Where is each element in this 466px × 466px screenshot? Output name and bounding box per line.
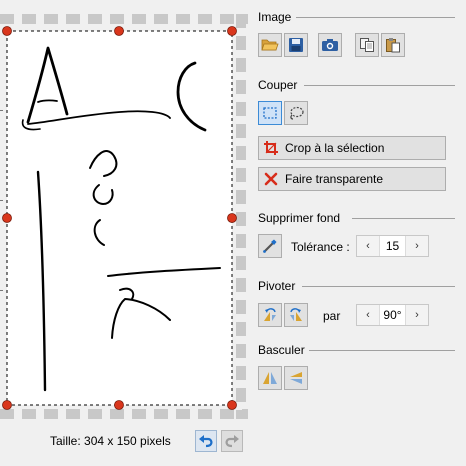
- crop-to-selection-button[interactable]: Crop à la sélection: [258, 136, 446, 160]
- tolerance-label: Tolérance :: [291, 240, 350, 254]
- paste-icon: [386, 38, 400, 53]
- resize-handle-top-left: [2, 26, 12, 36]
- rect-select-button[interactable]: [258, 101, 282, 125]
- divider: [304, 85, 455, 86]
- make-transparent-label: Faire transparente: [285, 172, 384, 186]
- rotate-angle-stepper[interactable]: ‹ 90° ›: [356, 304, 429, 326]
- section-title-flip: Basculer: [258, 343, 305, 357]
- undo-icon: [199, 435, 213, 448]
- crop-icon: [264, 141, 278, 155]
- save-button[interactable]: [284, 33, 308, 57]
- undo-button[interactable]: [195, 430, 217, 452]
- redo-icon: [225, 435, 239, 448]
- flip-vertical-button[interactable]: [284, 366, 308, 390]
- image-size-label: Taille: 304 x 150 pixels: [50, 434, 171, 448]
- open-file-button[interactable]: [258, 33, 282, 57]
- resize-handle-bottom-right: [227, 400, 237, 410]
- divider: [309, 350, 455, 351]
- resize-handle-bottom-left: [2, 400, 12, 410]
- redo-button[interactable]: [221, 430, 243, 452]
- section-title-remove-background: Supprimer fond: [258, 211, 341, 225]
- resize-handle-top: [114, 26, 124, 36]
- tolerance-value[interactable]: 15: [379, 236, 406, 256]
- close-x-icon: [264, 172, 278, 186]
- rotate-left-button[interactable]: [258, 303, 282, 327]
- camera-icon: [322, 39, 338, 51]
- crop-to-selection-label: Crop à la sélection: [285, 141, 385, 155]
- lasso-select-button[interactable]: [284, 101, 308, 125]
- rotate-right-button[interactable]: [284, 303, 308, 327]
- tolerance-increment-button[interactable]: ›: [406, 236, 428, 256]
- angle-decrement-button[interactable]: ‹: [357, 305, 379, 325]
- angle-value[interactable]: 90°: [379, 305, 406, 325]
- tolerance-decrement-button[interactable]: ‹: [357, 236, 379, 256]
- divider: [352, 218, 455, 219]
- resize-handle-top-right: [227, 26, 237, 36]
- section-title-image: Image: [258, 10, 292, 24]
- rectangle-select-icon: [263, 107, 277, 119]
- lasso-select-icon: [290, 106, 304, 120]
- image-canvas[interactable]: [0, 0, 248, 428]
- paste-button[interactable]: [381, 33, 405, 57]
- section-title-rotate: Pivoter: [258, 279, 296, 293]
- flip-horizontal-button[interactable]: [258, 366, 282, 390]
- resize-handle-left: [2, 213, 12, 223]
- color-picker-button[interactable]: [258, 234, 282, 258]
- resize-handle-right: [227, 213, 237, 223]
- floppy-disk-icon: [289, 38, 303, 52]
- flip-horizontal-icon: [263, 372, 277, 384]
- signature-overlay[interactable]: [0, 0, 248, 428]
- eyedropper-icon: [263, 239, 277, 253]
- rotate-left-icon: [264, 308, 276, 321]
- section-title-crop: Couper: [258, 78, 298, 92]
- folder-open-icon: [261, 39, 279, 51]
- make-transparent-button[interactable]: Faire transparente: [258, 167, 446, 191]
- flip-vertical-icon: [290, 372, 302, 384]
- tools-panel: Image Couper Crop à la sélection Faire t…: [248, 0, 466, 466]
- rotate-right-icon: [290, 308, 302, 321]
- divider: [302, 286, 455, 287]
- divider: [296, 17, 455, 18]
- camera-button[interactable]: [318, 33, 342, 57]
- angle-increment-button[interactable]: ›: [406, 305, 428, 325]
- copy-icon: [360, 38, 374, 52]
- tolerance-stepper[interactable]: ‹ 15 ›: [356, 235, 429, 257]
- copy-button[interactable]: [355, 33, 379, 57]
- signature-strokes: [21, 46, 221, 392]
- rotate-by-label: par: [323, 309, 341, 323]
- resize-handle-bottom: [114, 400, 124, 410]
